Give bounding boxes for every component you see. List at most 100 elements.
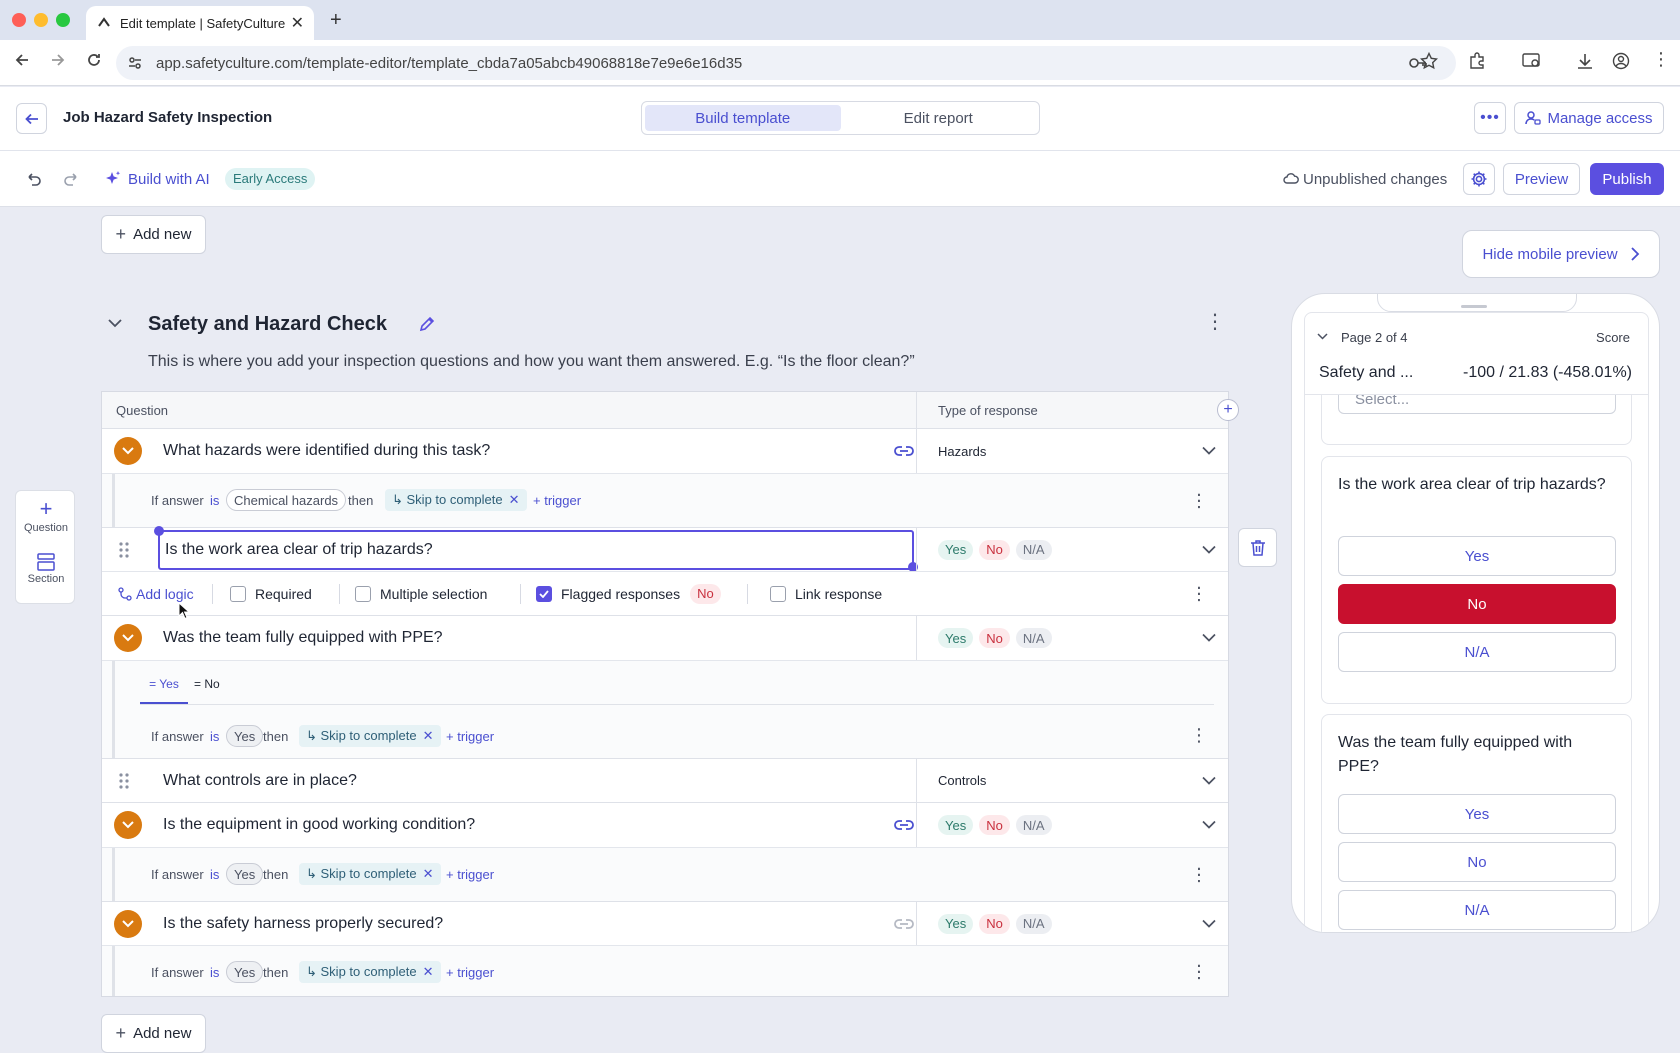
mobile-answer-no[interactable]: No: [1338, 842, 1616, 882]
mobile-scroll-area[interactable]: Select... Is the work area clear of trip…: [1305, 395, 1648, 932]
logic-operator[interactable]: is: [210, 493, 219, 508]
add-column-plus-icon[interactable]: +: [1217, 399, 1239, 421]
back-button[interactable]: [16, 103, 47, 134]
edit-pencil-icon[interactable]: [418, 315, 436, 333]
chevron-down-icon[interactable]: [1202, 919, 1216, 928]
remove-icon[interactable]: ✕: [423, 728, 434, 744]
remove-icon[interactable]: ✕: [423, 964, 434, 980]
mobile-answer-yes[interactable]: Yes: [1338, 536, 1616, 576]
minimize-window-button[interactable]: [34, 13, 48, 27]
build-with-ai-button[interactable]: Build with AI: [104, 168, 210, 190]
question-row[interactable]: What controls are in place? Controls: [102, 758, 1228, 802]
back-icon[interactable]: [14, 52, 30, 68]
remove-icon[interactable]: ✕: [423, 866, 434, 882]
forward-icon[interactable]: [50, 52, 66, 68]
extensions-icon[interactable]: [1468, 52, 1486, 70]
add-section-button[interactable]: Section: [16, 553, 76, 585]
add-new-bottom-button[interactable]: + Add new: [101, 1014, 206, 1053]
logic-tab-no[interactable]: = No: [194, 677, 220, 691]
drag-handle-icon[interactable]: [118, 771, 130, 791]
logic-toggle-icon[interactable]: [114, 437, 142, 465]
logic-value-chip[interactable]: Yes: [226, 961, 264, 983]
maximize-window-button[interactable]: [56, 13, 70, 27]
question-row[interactable]: Is the equipment in good working conditi…: [102, 802, 1228, 847]
question-row-selected[interactable]: Is the work area clear of trip hazards? …: [102, 526, 1228, 572]
question-text[interactable]: What controls are in place?: [163, 772, 357, 790]
question-text[interactable]: Is the equipment in good working conditi…: [163, 816, 475, 834]
chevron-down-icon[interactable]: [1202, 545, 1216, 554]
url-field[interactable]: app.safetyculture.com/template-editor/te…: [116, 46, 1456, 80]
site-info-icon[interactable]: [128, 56, 142, 70]
skip-to-complete-chip[interactable]: ↳ Skip to complete ✕: [385, 489, 527, 511]
logic-tab-yes[interactable]: = Yes: [140, 677, 188, 704]
chevron-down-icon[interactable]: [1202, 820, 1216, 830]
tab-edit-report[interactable]: Edit report: [841, 105, 1037, 131]
browser-tab[interactable]: Edit template | SafetyCulture ✕: [86, 6, 314, 40]
section-title[interactable]: Safety and Hazard Check: [148, 313, 387, 336]
drag-handle-icon[interactable]: [118, 540, 130, 560]
logic-operator[interactable]: is: [210, 965, 219, 980]
preview-button[interactable]: Preview: [1503, 163, 1580, 195]
chevron-down-icon[interactable]: [1202, 776, 1216, 785]
add-trigger-link[interactable]: + trigger: [533, 493, 581, 508]
question-row[interactable]: Was the team fully equipped with PPE? Ye…: [102, 615, 1228, 660]
remove-icon[interactable]: ✕: [509, 492, 520, 508]
skip-to-complete-chip[interactable]: ↳ Skip to complete ✕: [299, 725, 441, 747]
close-tab-icon[interactable]: ✕: [291, 13, 304, 33]
redo-icon[interactable]: [63, 170, 81, 188]
cast-icon[interactable]: [1522, 52, 1542, 70]
collapse-section-icon[interactable]: [108, 318, 122, 328]
delete-question-button[interactable]: [1238, 528, 1277, 567]
add-trigger-link[interactable]: + trigger: [446, 867, 494, 882]
bookmark-star-icon[interactable]: [1420, 52, 1438, 70]
link-icon[interactable]: [894, 915, 914, 933]
logic-operator[interactable]: is: [210, 867, 219, 882]
undo-icon[interactable]: [24, 170, 42, 188]
browser-menu-icon[interactable]: ⋮: [1652, 50, 1670, 68]
response-type[interactable]: Controls: [938, 773, 986, 788]
logic-value-chip[interactable]: Yes: [226, 863, 264, 885]
logic-value-chip[interactable]: Yes: [226, 725, 264, 747]
question-row[interactable]: What hazards were identified during this…: [102, 428, 1228, 473]
response-set[interactable]: Yes No N/A: [938, 913, 1058, 934]
chevron-down-icon[interactable]: [1317, 333, 1328, 340]
settings-button[interactable]: [1463, 163, 1495, 195]
chevron-down-icon[interactable]: [1202, 446, 1216, 456]
link-icon[interactable]: [894, 442, 914, 460]
response-set[interactable]: Yes No N/A: [938, 539, 1058, 560]
profile-icon[interactable]: [1612, 52, 1630, 70]
flagged-responses-checkbox[interactable]: Flagged responses No: [536, 583, 727, 604]
add-trigger-link[interactable]: + trigger: [446, 729, 494, 744]
mobile-answer-no-selected[interactable]: No: [1338, 584, 1616, 624]
chevron-down-icon[interactable]: [1202, 633, 1216, 643]
reload-icon[interactable]: [86, 52, 102, 68]
mobile-answer-na[interactable]: N/A: [1338, 890, 1616, 930]
question-text[interactable]: Was the team fully equipped with PPE?: [163, 629, 443, 647]
mobile-answer-yes[interactable]: Yes: [1338, 794, 1616, 834]
logic-menu-icon[interactable]: ⋮: [1190, 864, 1208, 885]
response-type[interactable]: Hazards: [938, 444, 986, 459]
logic-toggle-icon[interactable]: [114, 910, 142, 938]
response-set[interactable]: Yes No N/A: [938, 628, 1058, 648]
logic-menu-icon[interactable]: ⋮: [1190, 725, 1208, 746]
add-trigger-link[interactable]: + trigger: [446, 965, 494, 980]
question-text[interactable]: Is the safety harness properly secured?: [163, 915, 443, 933]
add-question-button[interactable]: + Question: [16, 498, 76, 535]
response-set[interactable]: Yes No N/A: [938, 815, 1058, 835]
add-logic-button[interactable]: Add logic: [118, 586, 194, 602]
skip-to-complete-chip[interactable]: ↳ Skip to complete ✕: [299, 961, 441, 983]
select-dropdown[interactable]: Select...: [1338, 395, 1616, 414]
download-icon[interactable]: [1576, 52, 1594, 70]
tab-build-template[interactable]: Build template: [645, 105, 841, 131]
multiple-selection-checkbox[interactable]: Multiple selection: [355, 585, 487, 602]
manage-access-button[interactable]: Manage access: [1514, 102, 1664, 134]
resize-handle[interactable]: [154, 526, 164, 536]
skip-to-complete-chip[interactable]: ↳ Skip to complete ✕: [299, 863, 441, 885]
options-menu-icon[interactable]: ⋮: [1190, 583, 1208, 604]
logic-operator[interactable]: is: [210, 729, 219, 744]
question-row[interactable]: Is the safety harness properly secured? …: [102, 901, 1228, 945]
logic-menu-icon[interactable]: ⋮: [1190, 490, 1208, 511]
question-text[interactable]: What hazards were identified during this…: [163, 442, 490, 460]
logic-menu-icon[interactable]: ⋮: [1190, 962, 1208, 983]
new-tab-icon[interactable]: +: [330, 9, 342, 32]
